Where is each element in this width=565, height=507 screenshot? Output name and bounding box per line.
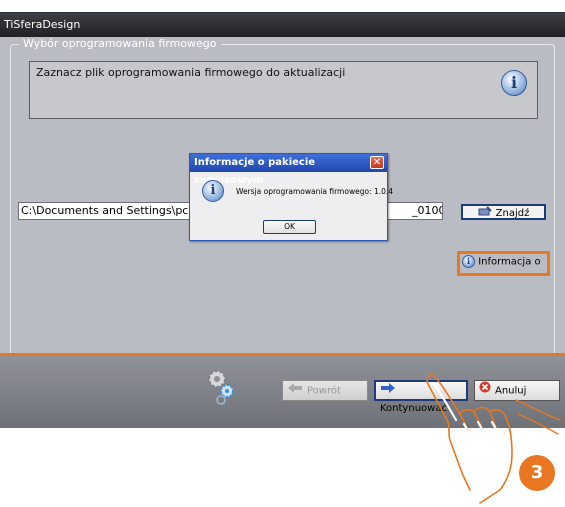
browse-icon (478, 206, 492, 220)
file-info-button-label: Informacja o (478, 256, 541, 268)
instruction-panel: Zaznacz plik oprogramowania firmowego do… (29, 61, 538, 119)
back-button[interactable]: Powrót (282, 380, 368, 401)
arrow-left-icon (287, 381, 303, 400)
dialog-title: Informacje o pakiecie serwisowym (190, 154, 387, 186)
file-info-button[interactable]: i Informacja o (457, 251, 550, 276)
instruction-text: Zaznacz plik oprogramowania firmowego do… (36, 66, 346, 79)
find-button[interactable]: Znajdź (461, 204, 546, 220)
file-path-start: C:\Documents and Settings\pc- (21, 204, 193, 217)
group-legend: Wybór oprogramowania firmowego (19, 37, 221, 51)
info-icon: i (462, 255, 475, 268)
arrow-right-icon (380, 382, 396, 399)
dialog-message: Wersja oprogramowania firmowego: 1.0.4 (236, 187, 394, 196)
info-icon: i (202, 180, 224, 202)
info-icon: i (501, 70, 527, 96)
step-number-badge: 3 (519, 455, 555, 491)
service-pack-info-dialog: Informacje o pakiecie serwisowym ✕ i Wer… (189, 153, 393, 241)
close-icon[interactable]: ✕ (370, 156, 384, 169)
file-path-end: _010004.fv (412, 204, 443, 217)
file-info-button-content: i Informacja o (462, 255, 545, 272)
find-button-label: Znajdź (495, 208, 530, 219)
back-button-label: Powrót (307, 385, 341, 397)
ok-button[interactable]: OK (263, 220, 316, 234)
settings-gears-icon (205, 367, 239, 407)
window-title: TiSferaDesign (0, 13, 565, 37)
